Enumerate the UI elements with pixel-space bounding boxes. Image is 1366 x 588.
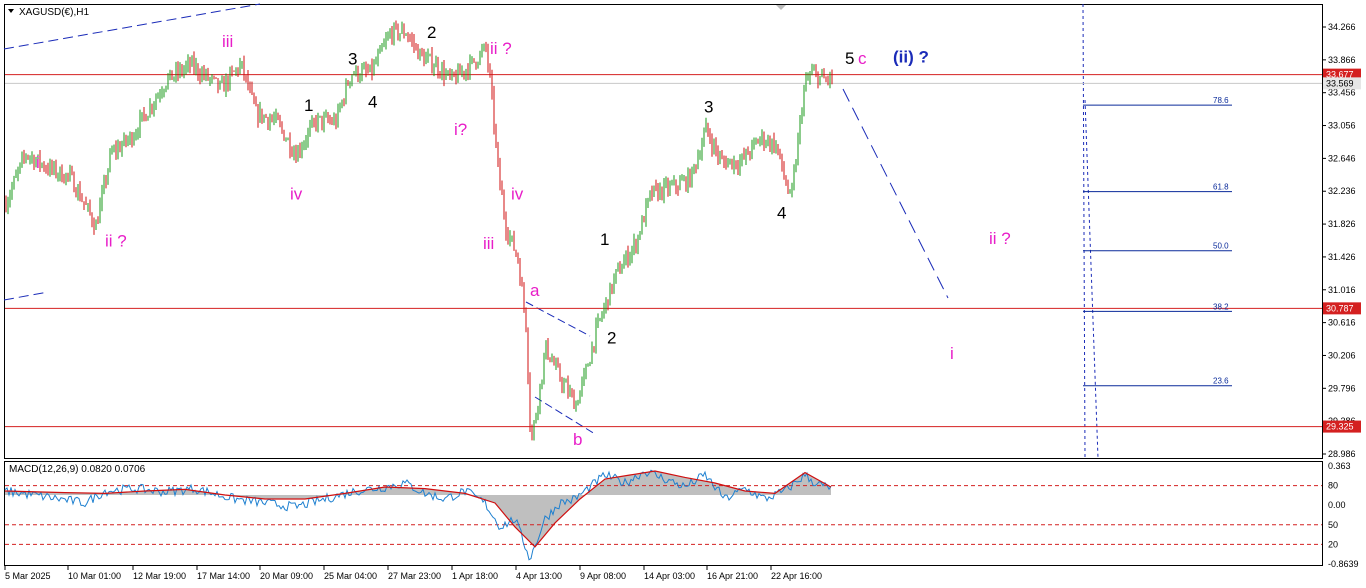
y-tick-label: 30.616 [1328, 318, 1356, 328]
wave-label: iv [511, 185, 524, 204]
h-level-price-badge-text: 30.787 [1326, 303, 1354, 313]
x-tick-label: 5 Mar 2025 [5, 571, 51, 581]
wave-label: 2 [607, 329, 616, 348]
macd-y-tick-label: 50 [1328, 520, 1338, 530]
y-tick-label: 30.206 [1328, 350, 1356, 360]
wave-label: 5 [845, 49, 854, 68]
fib-level-label: 23.6 [1213, 377, 1229, 386]
y-tick-label: 31.826 [1328, 219, 1356, 229]
y-tick-label: 33.056 [1328, 121, 1356, 131]
wave-label: (ii) ? [893, 47, 929, 66]
wave-label: ii ? [105, 232, 127, 251]
y-tick-label: 29.796 [1328, 383, 1356, 393]
macd-header: MACD(12,26,9) 0.0820 0.0706 [9, 464, 146, 475]
fib-level-label: 61.8 [1213, 183, 1229, 192]
macd-y-tick-label: 0.363 [1328, 461, 1351, 471]
fib-level-label: 50.0 [1213, 242, 1229, 251]
wave-label: ii ? [989, 229, 1011, 248]
x-tick-label: 14 Apr 03:00 [644, 571, 695, 581]
macd-y-tick-label: 20 [1328, 539, 1338, 549]
wave-label: 4 [368, 93, 377, 112]
wave-label: 4 [777, 203, 786, 222]
x-tick-label: 12 Mar 19:00 [133, 571, 186, 581]
wave-label: 1 [600, 230, 609, 249]
macd-y-tick-label: 80 [1328, 481, 1338, 491]
time-axis: 5 Mar 2025 10 Mar 01:00 12 Mar 19:00 17 Mar… [4, 566, 822, 581]
wave-label: i? [454, 120, 467, 139]
macd-y-tick-label: 0.00 [1328, 500, 1346, 510]
fib-level-label: 38.2 [1213, 302, 1229, 311]
x-tick-label: 10 Mar 01:00 [68, 571, 121, 581]
wave-label: ii ? [490, 39, 512, 58]
wave-label: 1 [304, 96, 313, 115]
h-level-price-badge: 29.325 [1323, 420, 1361, 433]
symbol-header: XAGUSD(€),H1 [19, 7, 89, 18]
x-tick-label: 25 Mar 04:00 [324, 571, 377, 581]
x-tick-label: 27 Mar 23:00 [388, 571, 441, 581]
trading-chart-window: 78.6 61.8 50.0 38.2 23.6 i ii ? iii iv 1 3 4 2 ii ? i… [0, 0, 1366, 588]
h-level-price-badge-text: 29.325 [1326, 422, 1354, 432]
macd-y-tick-label: -0.8639 [1328, 559, 1359, 569]
y-tick-label: 32.236 [1328, 186, 1356, 196]
fib-level-label: 78.6 [1213, 96, 1229, 105]
x-tick-label: 16 Apr 21:00 [707, 571, 758, 581]
h-level-price-badge: 30.787 [1323, 302, 1361, 315]
current-price-badge: 33.569 [1323, 77, 1361, 90]
y-tick-label: 31.016 [1328, 285, 1356, 295]
main-price-chart[interactable]: 78.6 61.8 50.0 38.2 23.6 i ii ? iii iv 1 3 4 2 ii ? i… [0, 0, 1366, 588]
y-tick-label: 32.646 [1328, 153, 1356, 163]
wave-label: 3 [348, 50, 357, 69]
x-tick-label: 4 Apr 13:00 [516, 571, 562, 581]
wave-label: 2 [427, 23, 436, 42]
wave-label: a [530, 281, 540, 300]
wave-label: b [573, 430, 582, 449]
wave-label: iii [483, 234, 494, 253]
x-tick-label: 17 Mar 14:00 [197, 571, 250, 581]
x-tick-label: 22 Apr 16:00 [771, 571, 822, 581]
x-tick-label: 9 Apr 08:00 [580, 571, 626, 581]
wave-label: i [950, 344, 954, 363]
y-tick-label: 28.986 [1328, 449, 1356, 459]
x-tick-label: 20 Mar 09:00 [260, 571, 313, 581]
current-price-badge-text: 33.569 [1326, 78, 1354, 88]
wave-label: iv [290, 185, 303, 204]
y-tick-label: 31.426 [1328, 252, 1356, 262]
y-tick-label: 33.866 [1328, 55, 1356, 65]
wave-label: i [36, 153, 40, 172]
wave-label: 3 [704, 97, 713, 116]
wave-label: iii [222, 32, 233, 51]
wave-label: c [858, 49, 867, 68]
x-tick-label: 1 Apr 18:00 [452, 571, 498, 581]
y-tick-label: 34.266 [1328, 22, 1356, 32]
